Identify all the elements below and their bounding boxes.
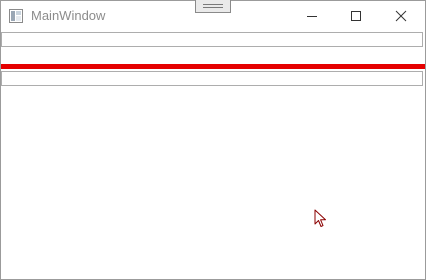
maximize-button[interactable]: [333, 1, 379, 31]
minimize-button[interactable]: [289, 1, 335, 31]
window-title: MainWindow: [31, 8, 106, 23]
wpf-window-icon: [9, 9, 23, 23]
main-window: MainWindow: [0, 0, 426, 280]
maximize-icon: [351, 11, 361, 21]
runtime-tools-toggle[interactable]: [195, 0, 231, 13]
title-bar[interactable]: MainWindow: [1, 0, 425, 31]
close-button[interactable]: [378, 1, 424, 31]
red-divider-bar: [1, 64, 425, 69]
close-icon: [395, 10, 407, 22]
mouse-pointer-icon: [314, 209, 328, 229]
grip-line-top: [203, 4, 223, 5]
grip-line-bottom: [203, 7, 223, 8]
top-text-field[interactable]: [1, 32, 423, 47]
bottom-text-field[interactable]: [1, 71, 423, 86]
minimize-icon: [307, 16, 317, 17]
